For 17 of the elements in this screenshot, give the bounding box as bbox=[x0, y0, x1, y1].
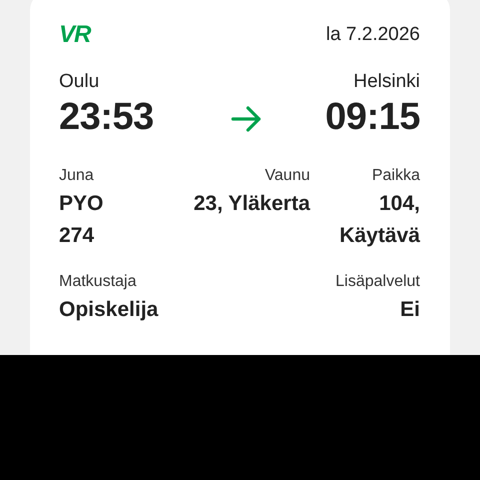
arrow-right-icon bbox=[230, 105, 262, 133]
travel-date: la 7.2.2026 bbox=[326, 24, 420, 46]
arrival-time: 09:15 bbox=[325, 95, 420, 140]
field-label: Matkustaja bbox=[59, 272, 136, 292]
field-label: Juna bbox=[59, 166, 94, 186]
field-label: Lisäpalvelut bbox=[336, 272, 420, 292]
field-label: Paikka bbox=[372, 166, 420, 186]
field-value: PYO 274 bbox=[59, 191, 104, 249]
field-value: Ei bbox=[400, 297, 420, 323]
origin-station: Oulu bbox=[59, 70, 100, 94]
field-label: Vaunu bbox=[264, 166, 310, 186]
field-value: Opiskelija bbox=[59, 297, 158, 323]
field-value: 23, Yläkerta bbox=[194, 191, 310, 217]
vr-logo: VR bbox=[59, 23, 90, 47]
field-value: 104, Käytävä bbox=[338, 191, 420, 249]
departure-time: 23:53 bbox=[59, 95, 154, 140]
destination-station: Helsinki bbox=[353, 70, 420, 94]
